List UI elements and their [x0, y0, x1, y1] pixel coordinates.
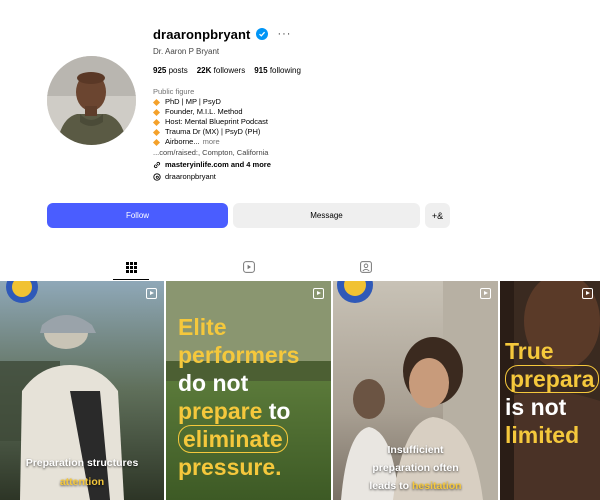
post-tile[interactable]: Insufficient preparation often leads to … — [333, 281, 498, 500]
post-caption: Preparation structures attention — [25, 457, 139, 488]
message-button[interactable]: Message — [233, 203, 420, 228]
reel-icon — [313, 288, 324, 299]
bio-line: Airborne... more — [152, 137, 453, 147]
post-tile[interactable]: Preparation structures attention — [0, 281, 164, 500]
external-link[interactable]: masteryinlife.com and 4 more — [153, 159, 453, 171]
threads-link[interactable]: draaronpbryant — [153, 171, 453, 183]
avatar-photo — [47, 56, 136, 145]
add-user-button[interactable]: +& — [425, 203, 450, 228]
profile-tabs — [0, 254, 600, 280]
profile-info: draaronpbryant ··· Dr. Aaron P Bryant 92… — [152, 24, 453, 183]
reel-icon — [146, 288, 157, 299]
orange-diamond-icon — [152, 138, 161, 146]
tab-tagged[interactable] — [348, 254, 384, 280]
post-tile[interactable]: Elite performers do not prepare to elimi… — [166, 281, 331, 500]
post-tile[interactable]: True prepara is not limited — [500, 281, 600, 500]
profile-location: ...com/raised:, Compton, California — [153, 148, 269, 157]
reels-icon — [243, 261, 255, 273]
post-headline: True prepara is not limited — [505, 337, 600, 449]
followers-count[interactable]: 22K followers — [197, 66, 246, 78]
profile-stats: 925 posts 22K followers 915 following — [153, 66, 453, 78]
reel-icon — [582, 288, 593, 299]
orange-diamond-icon — [152, 108, 161, 116]
post-caption: Insufficient preparation often leads to … — [369, 444, 462, 492]
full-name: Dr. Aaron P Bryant — [153, 47, 220, 56]
bio-line: Host: Mental Blueprint Podcast — [152, 117, 453, 127]
post-headline: Elite performers do not prepare to elimi… — [178, 314, 300, 480]
grid-icon — [125, 261, 137, 273]
active-tab-indicator — [113, 279, 149, 280]
orange-diamond-icon — [152, 118, 161, 126]
following-count[interactable]: 915 following — [254, 66, 301, 78]
tab-reels[interactable] — [231, 254, 267, 280]
more-options-icon[interactable]: ··· — [277, 28, 291, 40]
username-row: draaronpbryant ··· — [153, 24, 453, 44]
verified-badge-icon — [256, 28, 269, 40]
tab-posts-grid[interactable] — [113, 254, 149, 280]
posts-count: 925 posts — [153, 66, 188, 75]
orange-diamond-icon — [152, 98, 161, 106]
threads-icon — [153, 173, 161, 181]
orange-diamond-icon — [152, 128, 161, 136]
posts-grid: Preparation structures attention Elite p… — [0, 281, 600, 500]
bio-line: Trauma Dr (MX) | PsyD (PH) — [152, 127, 453, 137]
link-icon — [153, 161, 161, 169]
username: draaronpbryant — [153, 26, 251, 42]
follow-button[interactable]: Follow — [47, 203, 228, 228]
profile-category: Public figure — [153, 87, 195, 96]
tagged-icon — [360, 261, 372, 273]
profile-avatar[interactable] — [47, 56, 136, 145]
bio-line: Founder, M.I.L. Method — [152, 107, 453, 117]
reel-icon — [480, 288, 491, 299]
bio-more-link[interactable]: more — [203, 137, 220, 147]
bio-line: PhD | MP | PsyD — [152, 97, 453, 107]
